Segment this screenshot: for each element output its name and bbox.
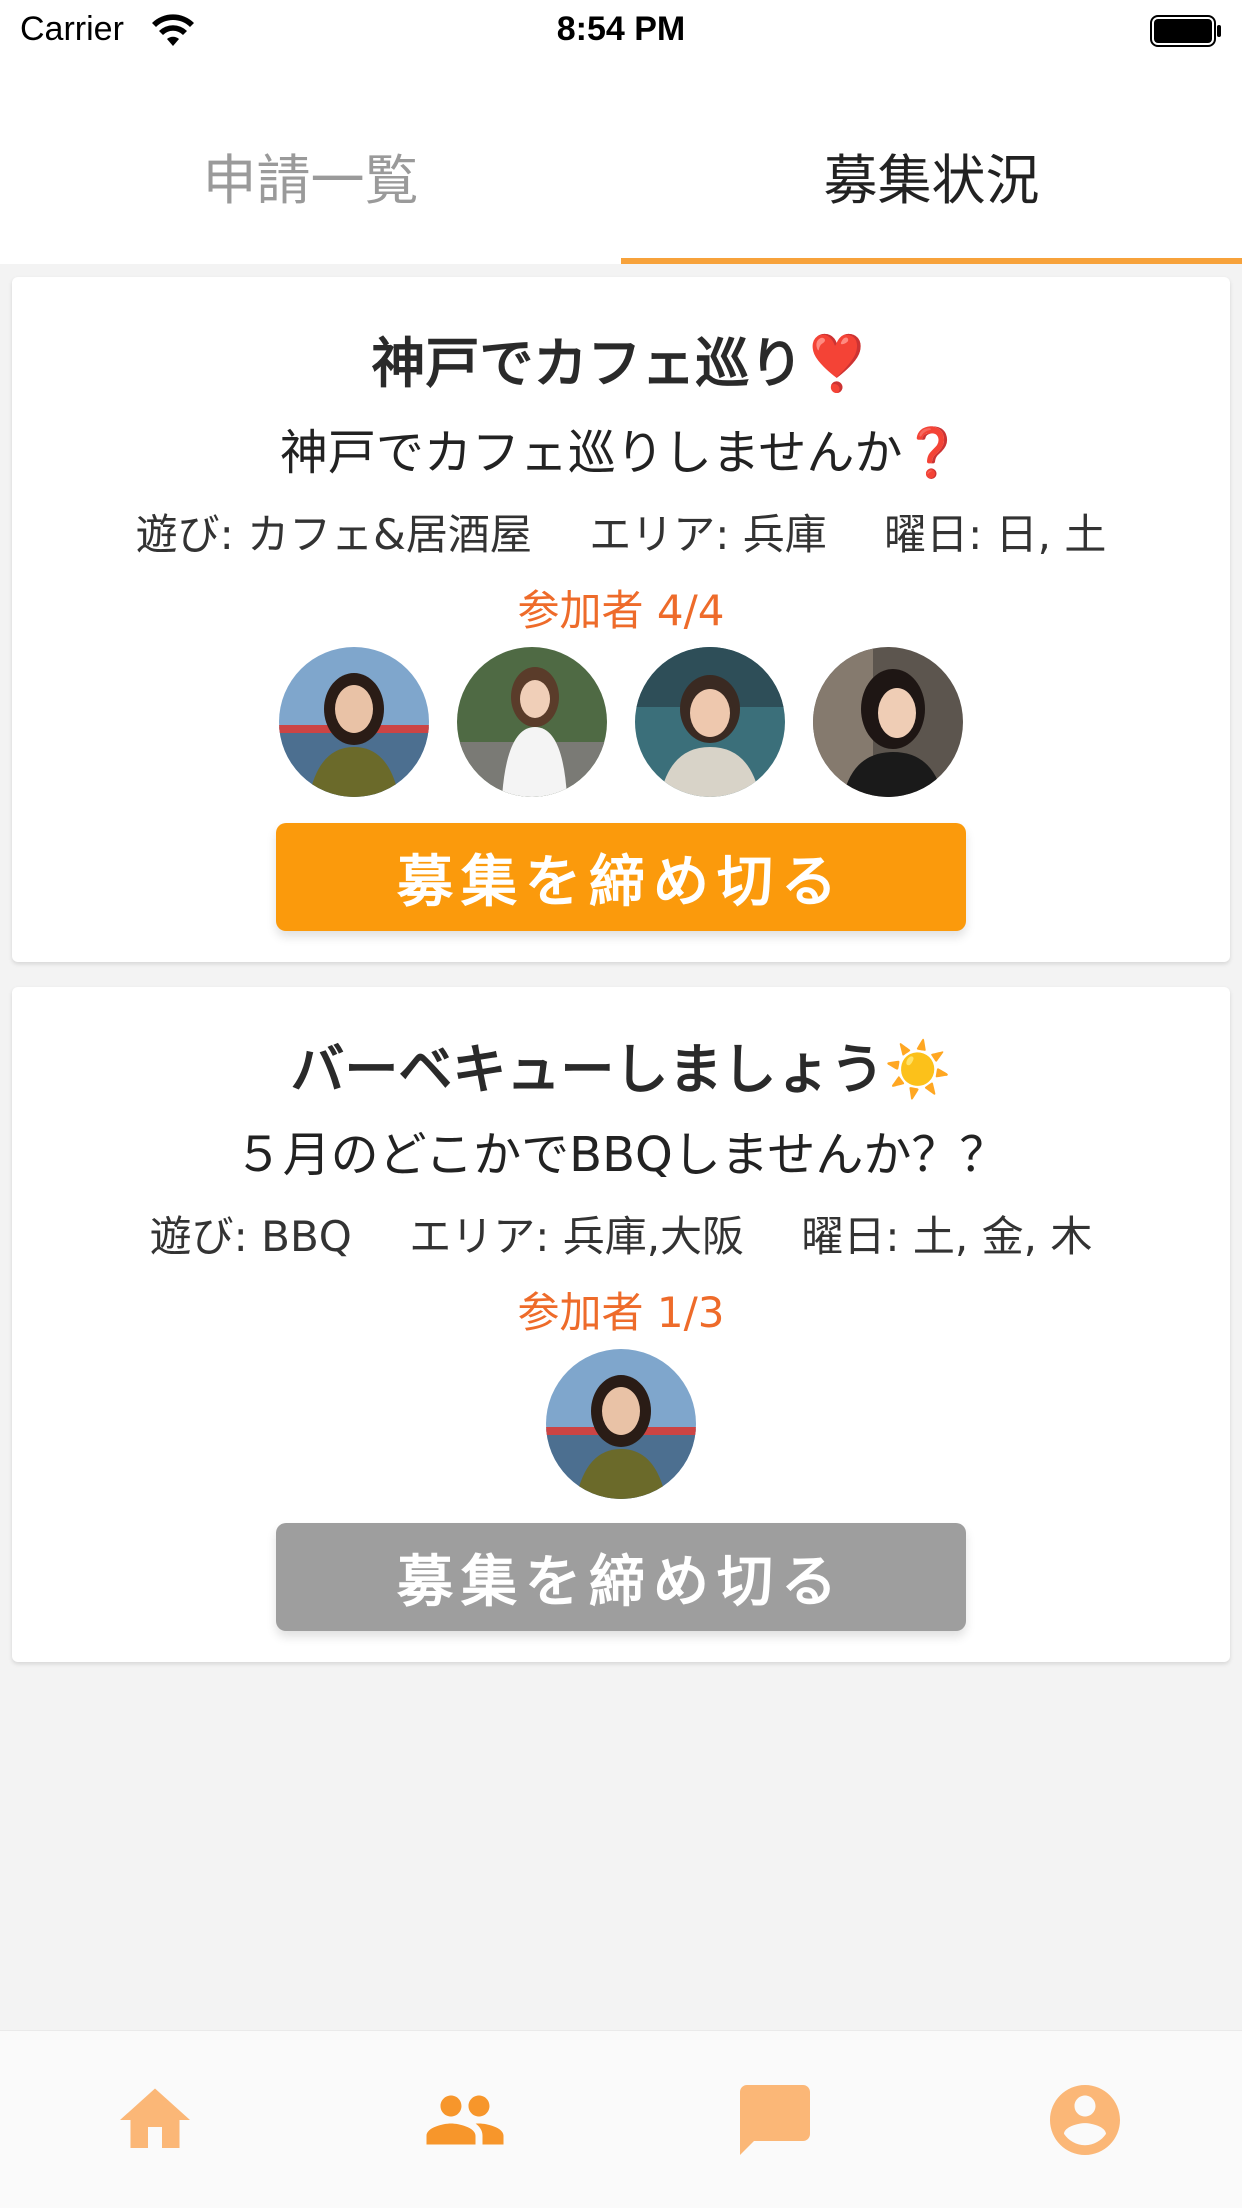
- nav-home[interactable]: [0, 2031, 310, 2208]
- close-recruitment-button[interactable]: 募集を締め切る: [276, 823, 966, 931]
- card-description: ５月のどこかでBBQしませんか？？: [234, 1127, 1008, 1183]
- days: 曜日: 土, 金, 木: [801, 1212, 1093, 1261]
- participant-count: 参加者 1/3: [517, 1288, 725, 1337]
- avatar[interactable]: [635, 647, 785, 797]
- play-type: 遊び: BBQ: [149, 1212, 352, 1261]
- area: エリア: 兵庫: [589, 510, 827, 559]
- recruitment-card: 神戸でカフェ巡り❣️ 神戸でカフェ巡りしませんか❓ 遊び: カフェ&居酒屋 エリ…: [12, 277, 1230, 962]
- days: 曜日: 日, 土: [884, 510, 1107, 559]
- avatar[interactable]: [813, 647, 963, 797]
- tab-applications[interactable]: 申請一覧: [0, 62, 621, 264]
- participant-avatars: [12, 1349, 1230, 1499]
- play-type: 遊び: カフェ&居酒屋: [135, 510, 532, 559]
- card-description: 神戸でカフェ巡りしませんか❓: [279, 425, 963, 481]
- participant-avatars: [12, 647, 1230, 797]
- clock: 8:54 PM: [556, 10, 686, 48]
- active-tab-indicator: [621, 258, 1242, 264]
- people-icon: [426, 2095, 504, 2145]
- home-icon: [120, 2088, 190, 2148]
- close-recruitment-button[interactable]: 募集を締め切る: [276, 1523, 966, 1631]
- participant-count: 参加者 4/4: [517, 586, 725, 635]
- battery-icon: [1150, 15, 1221, 47]
- nav-people[interactable]: [310, 2031, 620, 2208]
- nav-chat[interactable]: [620, 2031, 930, 2208]
- tab-recruitment-status[interactable]: 募集状況: [621, 62, 1242, 264]
- bottom-navigation: [0, 2030, 1242, 2208]
- card-meta: 遊び: BBQ エリア: 兵庫,大阪 曜日: 土, 金, 木: [12, 1203, 1230, 1264]
- recruitment-card: バーベキューしましょう☀️ ５月のどこかでBBQしませんか？？ 遊び: BBQ …: [12, 987, 1230, 1662]
- avatar[interactable]: [457, 647, 607, 797]
- status-bar: Carrier 8:54 PM: [0, 0, 1242, 62]
- chat-icon: [740, 2085, 810, 2155]
- card-title: 神戸でカフェ巡り❣️: [371, 332, 871, 395]
- nav-account[interactable]: [930, 2031, 1240, 2208]
- card-meta: 遊び: カフェ&居酒屋 エリア: 兵庫 曜日: 日, 土: [12, 501, 1230, 562]
- avatar[interactable]: [279, 647, 429, 797]
- avatar[interactable]: [546, 1349, 696, 1499]
- tab-bar: 申請一覧 募集状況: [0, 62, 1242, 264]
- area: エリア: 兵庫,大阪: [409, 1212, 745, 1261]
- account-icon: [1050, 2085, 1120, 2155]
- card-title: バーベキューしましょう☀️: [290, 1038, 952, 1101]
